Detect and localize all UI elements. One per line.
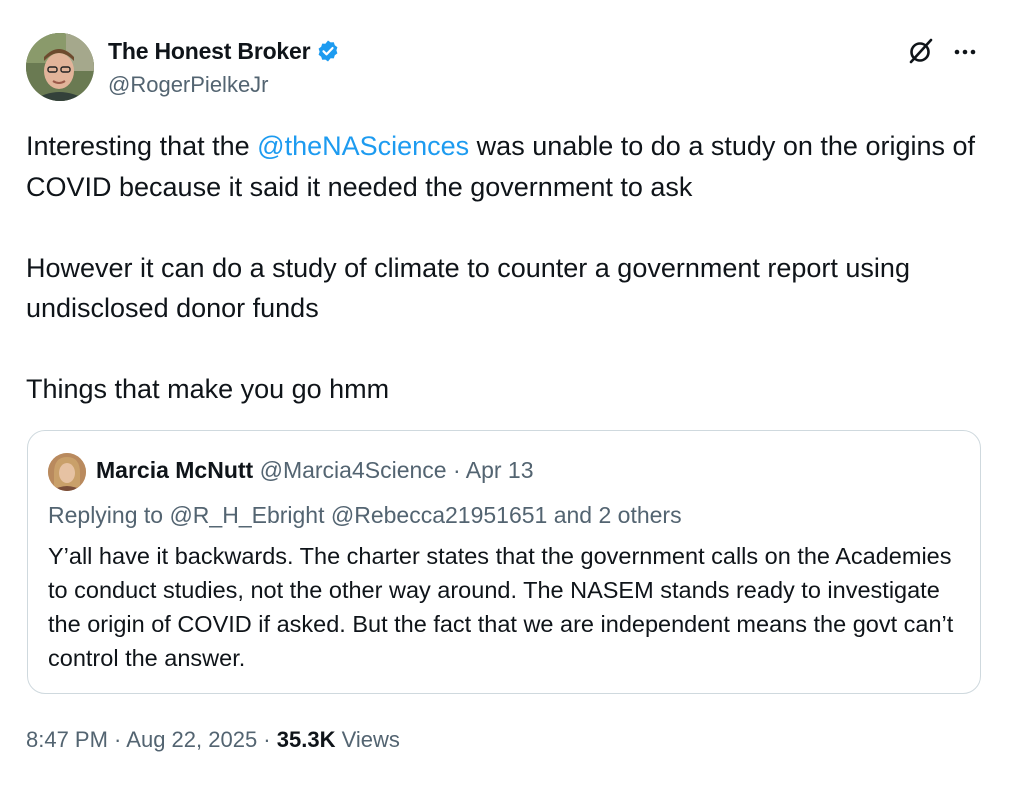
author-avatar[interactable]	[26, 33, 94, 101]
separator: ·	[446, 457, 466, 483]
views-count: 35.3K	[276, 727, 336, 752]
quoted-header: Marcia McNutt @Marcia4Science · Apr 13	[96, 457, 534, 484]
tweet-footer: 8:47 PM · Aug 22, 2025 · 35.3K Views	[26, 727, 400, 753]
tweet-paragraph-3: Things that make you go hmm	[26, 374, 390, 404]
quoted-text: Y’all have it backwards. The charter sta…	[48, 543, 954, 671]
separator: ·	[107, 727, 127, 752]
author-name[interactable]: The Honest Broker	[108, 38, 311, 65]
separator: ·	[257, 727, 277, 752]
mention-link[interactable]: @theNASciences	[257, 131, 469, 161]
tweet-date[interactable]: Aug 22, 2025	[126, 727, 257, 752]
author-name-row: The Honest Broker	[108, 36, 340, 66]
quoted-tweet[interactable]: Marcia McNutt @Marcia4Science · Apr 13 R…	[27, 430, 981, 694]
tweet-text: Interesting that the @theNASciences was …	[26, 126, 986, 410]
quoted-author-handle[interactable]: @Marcia4Science	[260, 457, 447, 483]
tweet-paragraph-2: However it can do a study of climate to …	[26, 252, 910, 324]
verified-badge-icon	[316, 39, 340, 63]
views-label: Views	[335, 727, 400, 752]
avatar-photo-icon	[48, 453, 86, 491]
tweet-paragraph-1: Interesting that the @theNASciences was …	[26, 126, 986, 207]
grok-icon[interactable]	[906, 36, 936, 66]
more-icon[interactable]	[950, 37, 980, 67]
avatar-photo-icon	[26, 33, 94, 101]
replying-to: Replying to @R_H_Ebright @Rebecca2195165…	[48, 502, 682, 528]
tweet-text-segment: Interesting that the	[26, 131, 258, 161]
tweet: The Honest Broker @RogerPielkeJr Interes…	[0, 0, 1024, 789]
tweet-time[interactable]: 8:47 PM	[26, 727, 108, 752]
author-handle[interactable]: @RogerPielkeJr	[108, 72, 269, 98]
quoted-date[interactable]: Apr 13	[466, 457, 534, 483]
quoted-author-avatar[interactable]	[48, 453, 86, 491]
quoted-author-name[interactable]: Marcia McNutt	[96, 457, 253, 483]
